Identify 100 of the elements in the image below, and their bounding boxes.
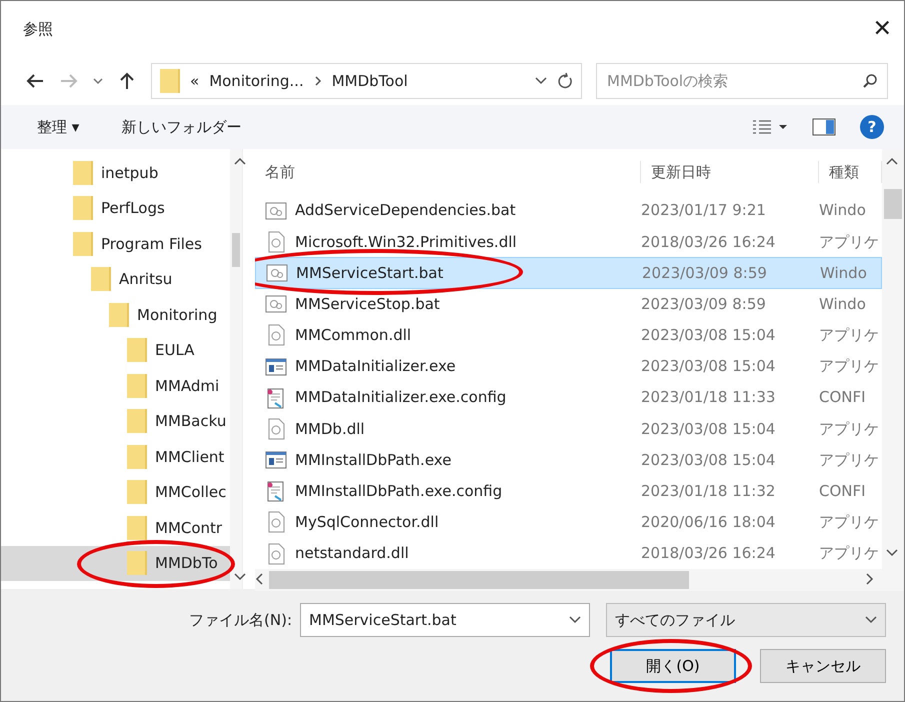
tree-item[interactable]: MMAdmi (1, 368, 230, 404)
scrollbar[interactable] (255, 569, 882, 592)
preview-pane-icon[interactable] (812, 118, 836, 136)
chevron-right-icon[interactable] (314, 76, 322, 86)
scroll-thumb[interactable] (232, 233, 240, 267)
search-field[interactable]: MMDbToolの検索 (596, 63, 888, 99)
tree-item[interactable]: MMClient (1, 439, 230, 474)
scroll-down-icon[interactable] (234, 573, 246, 581)
filename-field[interactable]: MMServiceStart.bat (300, 603, 590, 637)
view-options-icon[interactable] (752, 119, 788, 135)
file-name: MySqlConnector.dll (255, 511, 641, 534)
tree-item[interactable]: EULA (1, 332, 230, 368)
scroll-up-icon[interactable] (234, 157, 246, 165)
scrollbar[interactable] (882, 149, 904, 592)
folder-icon (127, 409, 147, 434)
breadcrumb-item[interactable]: MMDbTool (332, 70, 408, 92)
folder-icon (160, 69, 180, 93)
search-icon (862, 73, 878, 89)
file-row[interactable]: MMDataInitializer.exe.config 2023/01/18 11:33 CONFI (255, 382, 882, 414)
close-button[interactable]: ✕ (872, 12, 892, 46)
file-date: 2020/06/16 18:04 (641, 512, 776, 534)
scroll-left-icon[interactable] (255, 573, 263, 586)
file-date: 2023/03/08 15:04 (641, 418, 776, 440)
tree-item[interactable]: Anritsu (1, 262, 230, 297)
tree-item[interactable]: MMCollec (1, 474, 230, 510)
folder-icon (109, 302, 129, 327)
scroll-up-icon[interactable] (886, 157, 898, 165)
file-type: Windo (820, 262, 868, 284)
file-row[interactable]: MMDataInitializer.exe 2023/03/08 15:04 アプリケ (255, 350, 882, 382)
file-date: 2023/03/08 15:04 (641, 325, 776, 346)
folder-icon (127, 516, 147, 540)
file-date: 2023/01/18 11:33 (641, 387, 776, 408)
file-type: アプリケ (819, 512, 880, 534)
folder-icon (127, 551, 147, 576)
batch-file-icon (265, 200, 287, 222)
organize-menu[interactable]: 整理 ▾ (37, 116, 80, 138)
file-type: アプリケ (819, 232, 880, 253)
file-type-dropdown[interactable]: すべてのファイル (606, 603, 886, 637)
dropdown-caret-icon (865, 616, 877, 624)
file-name: AddServiceDependencies.bat (255, 199, 641, 222)
window-title: 参照 (23, 18, 53, 40)
file-type: CONFI (819, 481, 867, 502)
file-type: アプリケ (819, 543, 880, 564)
file-name: Microsoft.Win32.Primitives.dll (255, 230, 641, 254)
folder-icon (127, 480, 147, 504)
new-folder-button[interactable]: 新しいフォルダー (121, 116, 242, 138)
tree-item[interactable]: MMContr (1, 510, 230, 546)
file-date: 2023/01/17 9:21 (641, 200, 767, 222)
batch-file-icon (266, 262, 288, 284)
file-name: netstandard.dll (255, 542, 641, 565)
file-row[interactable]: MMCommon.dll 2023/03/08 15:04 アプリケ (255, 320, 882, 351)
refresh-icon[interactable] (557, 72, 573, 90)
file-date: 2023/03/08 15:04 (641, 356, 776, 378)
scroll-thumb[interactable] (269, 571, 689, 590)
file-date: 2023/03/08 15:04 (641, 450, 776, 471)
file-name: MMInstallDbPath.exe.config (255, 480, 641, 503)
scroll-thumb[interactable] (884, 189, 902, 219)
help-button[interactable]: ? (860, 115, 884, 139)
tree-item[interactable]: inetpub (1, 155, 230, 190)
breadcrumb-item[interactable]: Monitoring... (209, 70, 304, 92)
folder-icon (73, 160, 93, 185)
file-row[interactable]: MySqlConnector.dll 2020/06/16 18:04 アプリケ (255, 506, 882, 538)
scroll-down-icon[interactable] (886, 549, 898, 557)
dropdown-caret-icon (569, 616, 581, 624)
file-date: 2018/03/26 16:24 (641, 543, 776, 564)
dropdown-caret-icon[interactable] (535, 76, 547, 86)
file-type: アプリケ (819, 418, 880, 440)
file-row[interactable]: Microsoft.Win32.Primitives.dll 2018/03/26 16:24 アプリケ (255, 226, 882, 258)
tree-item[interactable]: Program Files (1, 226, 230, 262)
file-row[interactable]: MMServiceStart.bat 2023/03/09 8:59 Windo (255, 257, 882, 289)
tree-item[interactable]: PerfLogs (1, 190, 230, 226)
tree-item[interactable]: MMBacku (1, 404, 230, 439)
file-type: CONFI (819, 387, 867, 408)
exe-file-icon (265, 449, 287, 472)
file-row[interactable]: netstandard.dll 2018/03/26 16:24 アプリケ (255, 538, 882, 570)
open-button[interactable]: 開く(O) (610, 649, 736, 683)
column-header[interactable]: 更新日時 (641, 160, 819, 184)
file-name: MMServiceStart.bat (256, 262, 642, 284)
file-row[interactable]: MMServiceStop.bat 2023/03/09 8:59 Windo (255, 288, 882, 320)
folder-icon (127, 338, 147, 362)
file-date: 2023/01/18 11:32 (641, 481, 776, 502)
file-date: 2023/03/09 8:59 (641, 294, 767, 315)
file-type: アプリケ (819, 450, 880, 471)
file-row[interactable]: MMDb.dll 2023/03/08 15:04 アプリケ (255, 413, 882, 444)
file-name: MMDataInitializer.exe.config (255, 386, 641, 409)
tree-item[interactable]: MMDbTo (1, 546, 230, 581)
folder-icon (127, 374, 147, 398)
file-row[interactable]: MMInstallDbPath.exe 2023/03/08 15:04 アプリケ (255, 444, 882, 476)
scroll-right-icon[interactable] (866, 573, 874, 586)
file-row[interactable]: MMInstallDbPath.exe.config 2023/01/18 11:32 CONFI (255, 476, 882, 507)
tree-item[interactable]: Monitoring (1, 297, 230, 332)
column-header[interactable]: 名前 (255, 160, 641, 184)
dropdown-caret-icon[interactable] (93, 76, 103, 86)
file-name: MMCommon.dll (255, 324, 641, 347)
file-date: 2018/03/26 16:24 (641, 232, 776, 253)
file-row[interactable]: AddServiceDependencies.bat 2023/01/17 9:21 Windo (255, 195, 882, 226)
cancel-button[interactable]: キャンセル (760, 649, 886, 683)
file-name: MMDb.dll (255, 418, 641, 440)
address-bar[interactable]: « Monitoring... MMDbTool (151, 63, 582, 99)
breadcrumb-overflow[interactable]: « (190, 70, 200, 92)
